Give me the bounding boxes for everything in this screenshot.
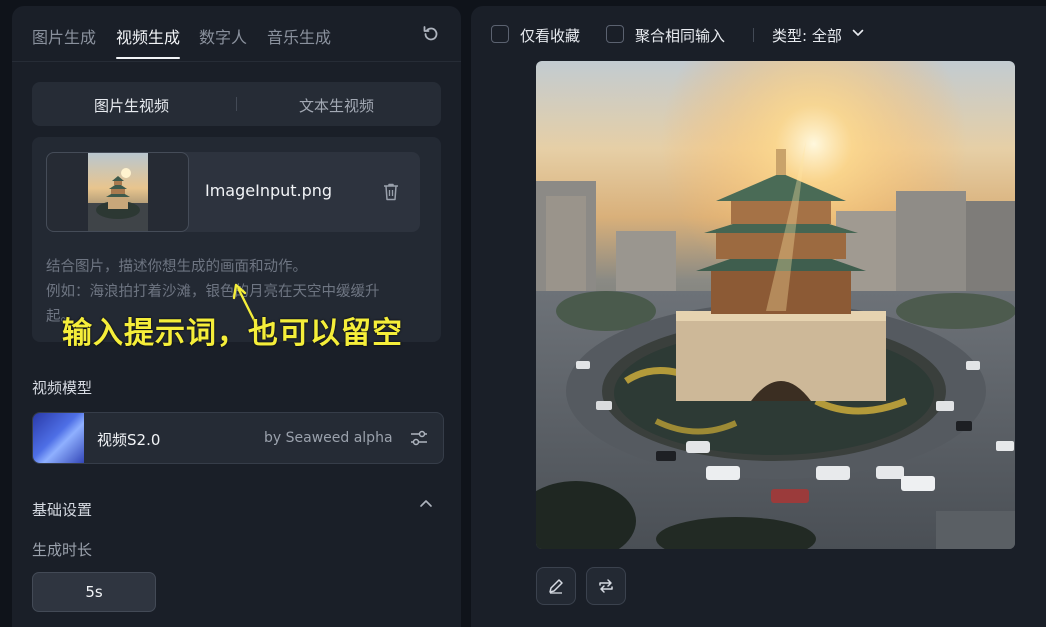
model-thumbnail (33, 413, 84, 463)
file-thumbnail-frame (46, 152, 189, 232)
merge-same-input-label[interactable]: 聚合相同输入 (635, 25, 725, 46)
generation-tabs: 图片生成 视频生成 数字人 音乐生成 (12, 6, 461, 62)
regenerate-button[interactable] (586, 567, 626, 605)
sliders-icon[interactable] (409, 428, 429, 448)
duration-label: 生成时长 (32, 541, 93, 559)
annotation-text: 输入提示词，也可以留空 (62, 316, 403, 351)
tab-image-generation[interactable]: 图片生成 (32, 24, 96, 48)
generated-result-image[interactable] (536, 61, 1015, 549)
file-thumbnail (88, 153, 148, 231)
duration-option-5s[interactable]: 5s (32, 572, 156, 612)
model-name: 视频S2.0 (97, 431, 161, 449)
tab-digital-human[interactable]: 数字人 (199, 24, 247, 48)
placeholder-line-1: 结合图片，描述你想生成的画面和动作。 (46, 259, 307, 275)
mode-text-to-video[interactable]: 文本生视频 (299, 95, 374, 116)
video-model-label: 视频模型 (32, 379, 93, 397)
trash-icon[interactable] (382, 182, 400, 202)
video-model-selector[interactable]: 视频S2.0 by Seaweed alpha (32, 412, 444, 464)
segment-divider (236, 97, 237, 111)
filter-divider (753, 28, 754, 42)
repeat-icon (599, 579, 613, 593)
merge-same-input-checkbox[interactable] (606, 25, 624, 43)
type-filter-dropdown[interactable]: 类型: 全部 (772, 25, 842, 46)
active-tab-indicator (116, 57, 180, 59)
tab-video-generation[interactable]: 视频生成 (116, 24, 180, 48)
model-provider: by Seaweed alpha (264, 430, 393, 446)
file-name: ImageInput.png (205, 181, 333, 200)
mode-image-to-video[interactable]: 图片生视频 (94, 95, 169, 116)
refresh-icon[interactable] (421, 24, 441, 44)
chevron-up-icon[interactable] (419, 498, 433, 508)
pencil-icon (549, 579, 563, 594)
favorites-only-label[interactable]: 仅看收藏 (520, 25, 580, 46)
mode-switch: 图片生视频 文本生视频 (32, 82, 441, 126)
favorites-only-checkbox[interactable] (491, 25, 509, 43)
tab-music-generation[interactable]: 音乐生成 (267, 24, 331, 48)
edit-button[interactable] (536, 567, 576, 605)
right-panel: 仅看收藏 聚合相同输入 类型: 全部 (471, 6, 1046, 627)
basic-settings-label: 基础设置 (32, 501, 93, 519)
chevron-down-icon[interactable] (852, 29, 864, 37)
uploaded-file-card: ImageInput.png (46, 152, 420, 232)
